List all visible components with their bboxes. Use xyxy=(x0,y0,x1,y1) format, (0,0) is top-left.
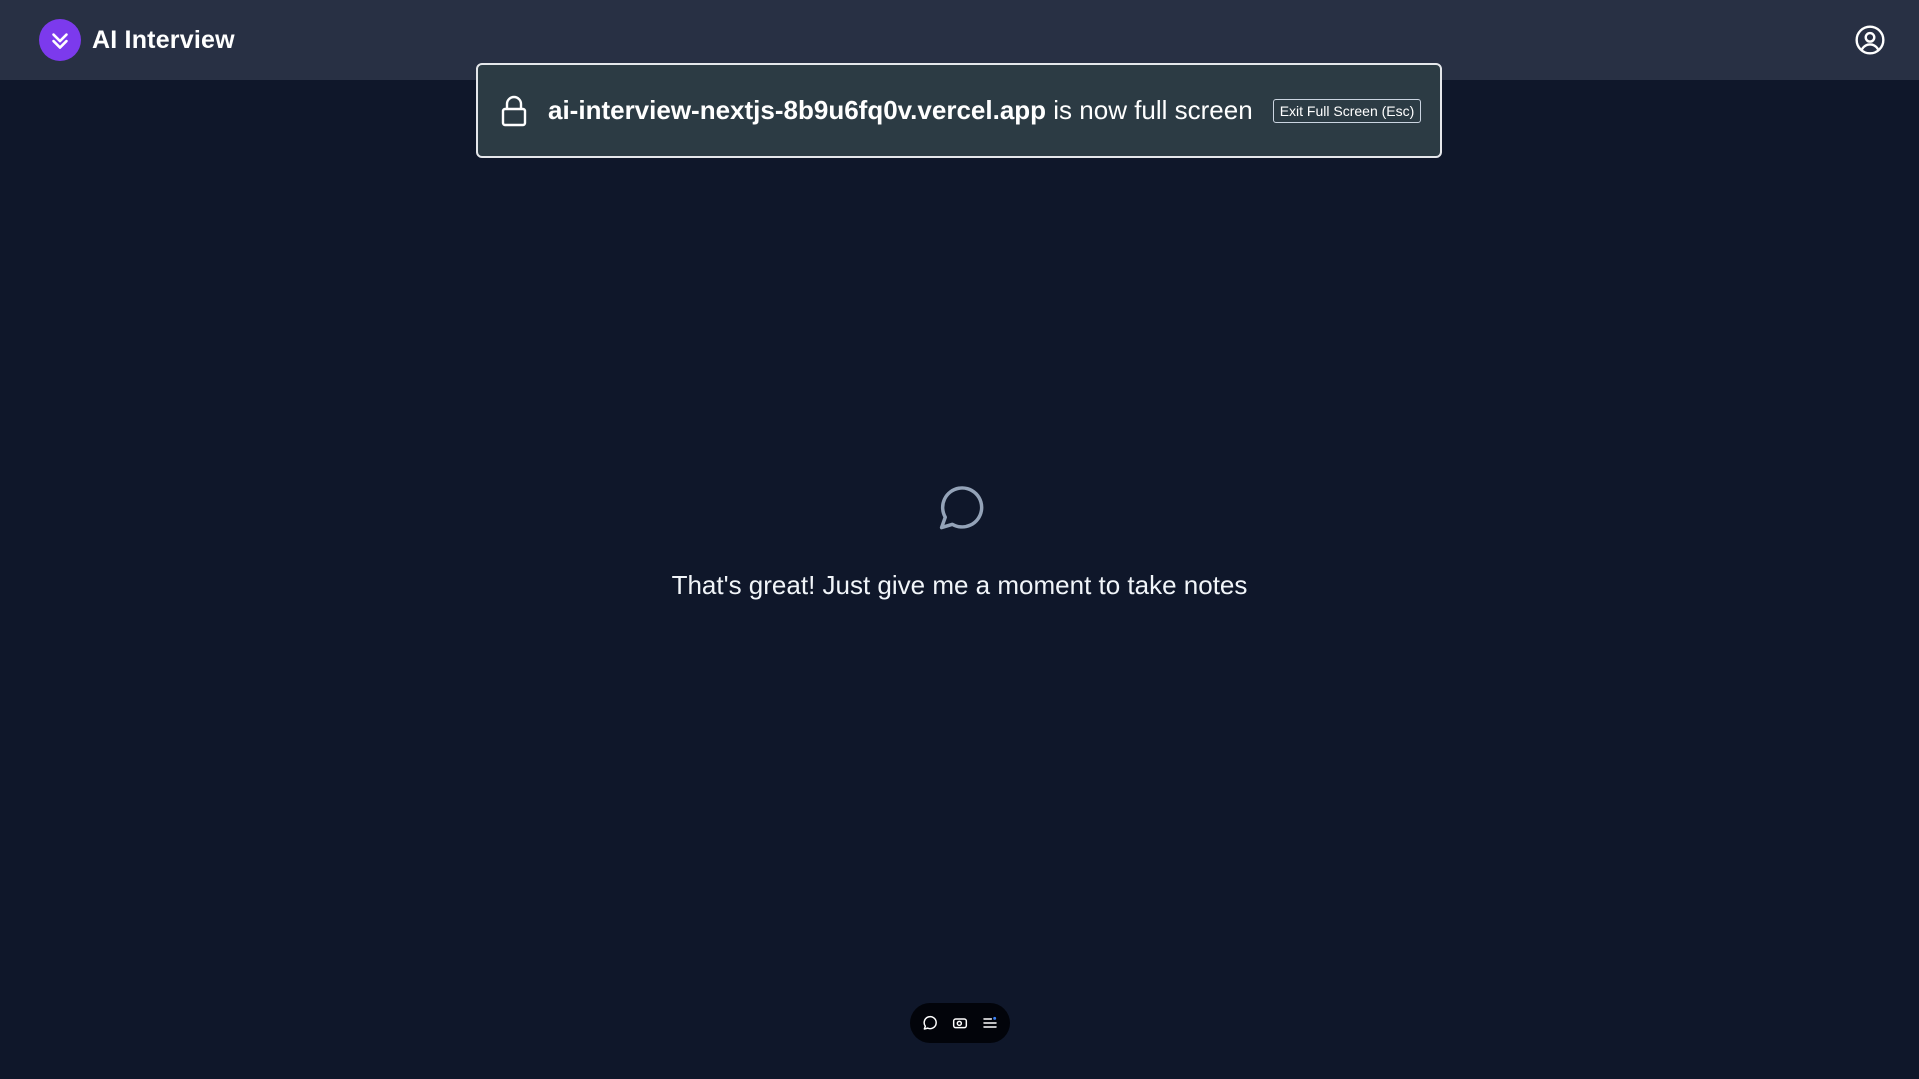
user-circle-icon[interactable] xyxy=(1854,24,1886,56)
assistant-message: That's great! Just give me a moment to t… xyxy=(671,570,1248,600)
brand[interactable]: AI Interview xyxy=(39,19,235,61)
fullscreen-notification: ai-interview-nextjs-8b9u6fq0v.vercel.app… xyxy=(476,63,1442,158)
chat-bubble-icon[interactable] xyxy=(921,1014,939,1032)
fullscreen-suffix: is now full screen xyxy=(1046,95,1253,125)
chevrons-down-icon xyxy=(39,19,81,61)
camera-icon[interactable] xyxy=(951,1014,969,1032)
app-root: AI Interview ai-interview-nextjs-8b9u6fq… xyxy=(0,0,1919,1079)
exit-fullscreen-button[interactable]: Exit Full Screen (Esc) xyxy=(1272,98,1422,123)
bottom-toolbar xyxy=(910,1003,1010,1043)
fullscreen-host: ai-interview-nextjs-8b9u6fq0v.vercel.app xyxy=(548,95,1047,125)
message-circle-icon xyxy=(939,486,984,530)
list-settings-icon[interactable] xyxy=(981,1014,999,1032)
fullscreen-message: ai-interview-nextjs-8b9u6fq0v.vercel.app… xyxy=(548,95,1253,126)
app-title: AI Interview xyxy=(92,25,235,54)
lock-icon xyxy=(501,95,527,126)
